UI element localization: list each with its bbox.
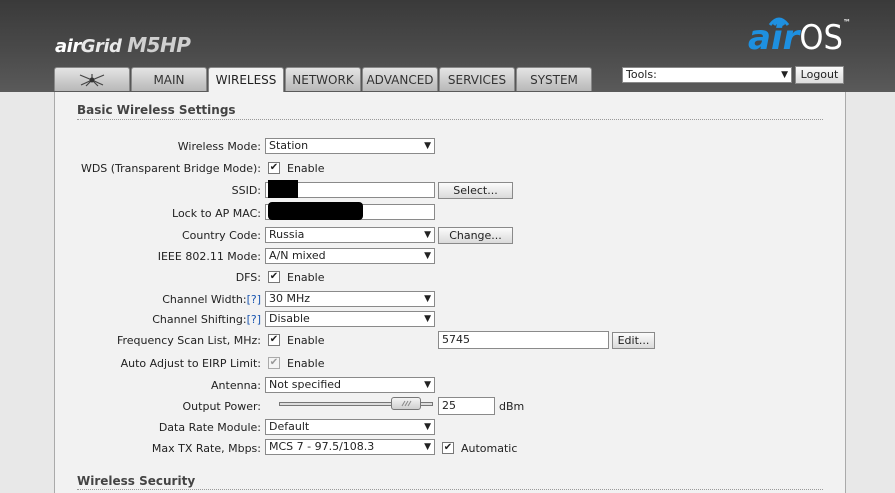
section-divider [77, 489, 823, 490]
tab-network[interactable]: NETWORK [285, 67, 361, 91]
tab-wireless[interactable]: WIRELESS [208, 67, 284, 92]
antenna-select[interactable]: Not specified ▼ [265, 377, 435, 393]
chevron-down-icon: ▼ [424, 380, 431, 390]
chevron-down-icon: ▼ [424, 141, 431, 151]
antenna-label: Antenna: [211, 379, 261, 392]
section-divider [77, 119, 823, 120]
tab-ubiquiti-logo[interactable] [54, 67, 130, 91]
grip-icon [401, 400, 412, 407]
dfs-checkbox[interactable]: ✔ [268, 271, 280, 283]
data-rate-select[interactable]: Default ▼ [265, 419, 435, 435]
dfs-label: DFS: [235, 271, 261, 284]
section-title-basic: Basic Wireless Settings [77, 103, 236, 117]
header: airGrid M5HP airOS™ MAIN WIRELESS NETWOR… [0, 0, 895, 92]
logout-button[interactable]: Logout [795, 66, 844, 84]
tab-main[interactable]: MAIN [131, 67, 207, 91]
freq-scan-enable-label: Enable [287, 334, 325, 347]
chevron-down-icon: ▼ [424, 251, 431, 261]
country-code-label: Country Code: [181, 229, 261, 242]
ieee-mode-label: IEEE 802.11 Mode: [157, 250, 261, 263]
channel-shifting-select[interactable]: Disable ▼ [265, 311, 435, 327]
freq-scan-input[interactable]: 5745 [438, 331, 609, 349]
chevron-down-icon: ▼ [424, 230, 431, 240]
chevron-down-icon: ▼ [781, 70, 788, 80]
wireless-settings-panel: Basic Wireless Settings Wireless Mode: S… [54, 92, 846, 493]
output-power-label: Output Power: [182, 400, 261, 413]
country-code-select[interactable]: Russia ▼ [265, 227, 435, 243]
ssid-select-button[interactable]: Select... [438, 182, 513, 199]
wireless-mode-select[interactable]: Station ▼ [265, 138, 435, 154]
channel-width-select[interactable]: 30 MHz ▼ [265, 291, 435, 307]
redacted-mac [268, 202, 363, 220]
output-power-unit: dBm [499, 400, 525, 413]
device-logo: airGrid M5HP [55, 33, 191, 57]
channel-width-label: Channel Width:[?] [162, 293, 261, 306]
ieee-mode-select[interactable]: A/N mixed ▼ [265, 248, 435, 264]
chevron-down-icon: ▼ [424, 442, 431, 452]
wds-label: WDS (Transparent Bridge Mode): [80, 162, 261, 175]
ubiquiti-logo-icon [79, 74, 105, 87]
max-tx-automatic-label: Automatic [461, 442, 518, 455]
max-tx-label: Max TX Rate, Mbps: [151, 442, 261, 455]
ssid-label: SSID: [231, 184, 261, 197]
freq-scan-label: Frequency Scan List, MHz: [116, 334, 261, 347]
chevron-down-icon: ▼ [424, 422, 431, 432]
output-power-input[interactable]: 25 [438, 397, 495, 415]
dfs-enable-label: Enable [287, 271, 325, 284]
tools-select[interactable]: Tools: ▼ [622, 67, 792, 83]
auto-adjust-checkbox[interactable]: ✔ [268, 357, 280, 369]
chevron-down-icon: ▼ [424, 294, 431, 304]
freq-scan-checkbox[interactable]: ✔ [268, 334, 280, 346]
max-tx-automatic-checkbox[interactable]: ✔ [442, 442, 454, 454]
tab-services[interactable]: SERVICES [439, 67, 515, 91]
chevron-down-icon: ▼ [424, 314, 431, 324]
tab-advanced[interactable]: ADVANCED [362, 67, 438, 91]
wireless-mode-label: Wireless Mode: [177, 140, 261, 153]
channel-shifting-help-link[interactable]: [?] [247, 313, 261, 326]
section-title-security: Wireless Security [77, 474, 196, 488]
channel-width-help-link[interactable]: [?] [247, 293, 261, 306]
channel-shifting-label: Channel Shifting:[?] [152, 313, 261, 326]
auto-adjust-enable-label: Enable [287, 357, 325, 370]
auto-adjust-label: Auto Adjust to EIRP Limit: [120, 357, 261, 370]
redacted-ssid [268, 180, 298, 198]
tab-system[interactable]: SYSTEM [516, 67, 592, 91]
airos-logo: airOS™ [748, 18, 851, 58]
country-change-button[interactable]: Change... [438, 227, 513, 244]
wds-checkbox[interactable]: ✔ [268, 162, 280, 174]
data-rate-label: Data Rate Module: [158, 421, 261, 434]
wds-enable-label: Enable [287, 162, 325, 175]
max-tx-select[interactable]: MCS 7 - 97.5/108.3 ▼ [265, 439, 435, 455]
freq-scan-edit-button[interactable]: Edit... [612, 332, 655, 349]
lock-ap-mac-label: Lock to AP MAC: [172, 207, 261, 220]
output-power-slider-handle[interactable] [390, 397, 421, 410]
